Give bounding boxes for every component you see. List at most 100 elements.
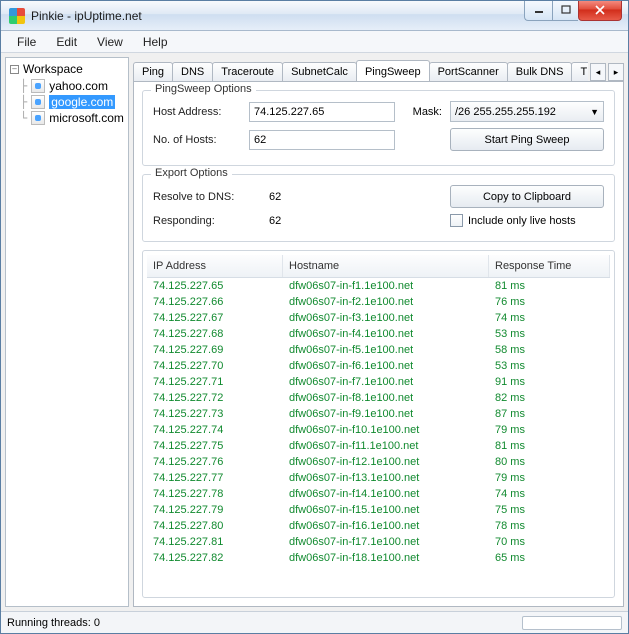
cell-response-time: 53 ms — [489, 359, 610, 373]
export-options-group: Export Options Resolve to DNS: 62 Copy t… — [142, 174, 615, 242]
checkbox-icon — [450, 214, 463, 227]
cell-ip: 74.125.227.73 — [147, 407, 283, 421]
tab-ping[interactable]: Ping — [133, 62, 173, 81]
menu-file[interactable]: File — [7, 31, 46, 52]
tab-tftp s[interactable]: TFTP S — [571, 62, 588, 81]
menu-help[interactable]: Help — [133, 31, 178, 52]
cell-ip: 74.125.227.65 — [147, 279, 283, 293]
host-address-input[interactable] — [249, 102, 395, 122]
cell-hostname: dfw06s07-in-f10.1e100.net — [283, 423, 489, 437]
cell-ip: 74.125.227.71 — [147, 375, 283, 389]
cell-response-time: 81 ms — [489, 439, 610, 453]
cell-response-time: 79 ms — [489, 423, 610, 437]
cell-hostname: dfw06s07-in-f12.1e100.net — [283, 455, 489, 469]
cell-ip: 74.125.227.76 — [147, 455, 283, 469]
menu-view[interactable]: View — [87, 31, 133, 52]
resolve-to-dns-value: 62 — [269, 191, 415, 203]
table-row[interactable]: 74.125.227.75dfw06s07-in-f11.1e100.net81… — [147, 438, 610, 454]
cell-response-time: 58 ms — [489, 343, 610, 357]
maximize-button[interactable] — [552, 1, 578, 21]
tab-traceroute[interactable]: Traceroute — [212, 62, 283, 81]
copy-to-clipboard-button[interactable]: Copy to Clipboard — [450, 185, 604, 208]
titlebar[interactable]: Pinkie - ipUptime.net — [1, 1, 628, 31]
table-row[interactable]: 74.125.227.76dfw06s07-in-f12.1e100.net80… — [147, 454, 610, 470]
column-response-time[interactable]: Response Time — [489, 255, 610, 277]
tab-scroll-right[interactable]: ▸ — [608, 63, 624, 81]
start-ping-sweep-button[interactable]: Start Ping Sweep — [450, 128, 604, 151]
dropdown-icon: ▼ — [590, 107, 599, 117]
tab-pingsweep[interactable]: PingSweep — [356, 60, 430, 81]
minimize-button[interactable] — [524, 1, 552, 21]
cell-ip: 74.125.227.74 — [147, 423, 283, 437]
cell-hostname: dfw06s07-in-f16.1e100.net — [283, 519, 489, 533]
table-row[interactable]: 74.125.227.65dfw06s07-in-f1.1e100.net81 … — [147, 278, 610, 294]
cell-ip: 74.125.227.78 — [147, 487, 283, 501]
cell-ip: 74.125.227.77 — [147, 471, 283, 485]
close-button[interactable] — [578, 1, 622, 21]
running-threads-label: Running threads: 0 — [7, 617, 100, 629]
tab-subnetcalc[interactable]: SubnetCalc — [282, 62, 357, 81]
menu-edit[interactable]: Edit — [46, 31, 87, 52]
cell-response-time: 82 ms — [489, 391, 610, 405]
tree-item-label: yahoo.com — [49, 79, 108, 93]
tree-item[interactable]: └microsoft.com — [6, 110, 128, 126]
cell-hostname: dfw06s07-in-f1.1e100.net — [283, 279, 489, 293]
group-legend: Export Options — [151, 167, 232, 179]
cell-hostname: dfw06s07-in-f2.1e100.net — [283, 295, 489, 309]
table-row[interactable]: 74.125.227.66dfw06s07-in-f2.1e100.net76 … — [147, 294, 610, 310]
menubar: File Edit View Help — [1, 31, 628, 53]
table-row[interactable]: 74.125.227.79dfw06s07-in-f15.1e100.net75… — [147, 502, 610, 518]
tab-scroll-left[interactable]: ◂ — [590, 63, 606, 81]
cell-ip: 74.125.227.68 — [147, 327, 283, 341]
main-pane: PingDNSTracerouteSubnetCalcPingSweepPort… — [133, 57, 624, 607]
table-row[interactable]: 74.125.227.70dfw06s07-in-f6.1e100.net53 … — [147, 358, 610, 374]
cell-response-time: 76 ms — [489, 295, 610, 309]
cell-response-time: 75 ms — [489, 503, 610, 517]
no-of-hosts-input[interactable] — [249, 130, 395, 150]
table-row[interactable]: 74.125.227.80dfw06s07-in-f16.1e100.net78… — [147, 518, 610, 534]
tab-bulk dns[interactable]: Bulk DNS — [507, 62, 573, 81]
table-row[interactable]: 74.125.227.69dfw06s07-in-f5.1e100.net58 … — [147, 342, 610, 358]
cell-hostname: dfw06s07-in-f5.1e100.net — [283, 343, 489, 357]
mask-value: /26 255.255.255.192 — [455, 106, 556, 118]
cell-ip: 74.125.227.70 — [147, 359, 283, 373]
cell-hostname: dfw06s07-in-f7.1e100.net — [283, 375, 489, 389]
table-row[interactable]: 74.125.227.77dfw06s07-in-f13.1e100.net79… — [147, 470, 610, 486]
include-only-live-hosts-checkbox[interactable]: Include only live hosts — [450, 214, 604, 227]
cell-ip: 74.125.227.67 — [147, 311, 283, 325]
app-icon — [9, 8, 25, 24]
collapse-icon[interactable]: – — [10, 65, 19, 74]
mask-select[interactable]: /26 255.255.255.192 ▼ — [450, 101, 604, 122]
results-scroll[interactable]: 74.125.227.65dfw06s07-in-f1.1e100.net 81 … — [147, 278, 610, 593]
table-row[interactable]: 74.125.227.71dfw06s07-in-f7.1e100.net91 … — [147, 374, 610, 390]
tab-dns[interactable]: DNS — [172, 62, 213, 81]
cell-response-time: 53 ms — [489, 327, 610, 341]
table-row[interactable]: 74.125.227.73dfw06s07-in-f9.1e100.net87 … — [147, 406, 610, 422]
cell-response-time: 74 ms — [489, 487, 610, 501]
cell-ip: 74.125.227.80 — [147, 519, 283, 533]
tree-item[interactable]: ├yahoo.com — [6, 78, 128, 94]
tree-root-label: Workspace — [23, 62, 83, 76]
cell-ip: 74.125.227.79 — [147, 503, 283, 517]
table-row[interactable]: 74.125.227.78dfw06s07-in-f14.1e100.net74… — [147, 486, 610, 502]
cell-hostname: dfw06s07-in-f6.1e100.net — [283, 359, 489, 373]
cell-hostname: dfw06s07-in-f4.1e100.net — [283, 327, 489, 341]
column-ip[interactable]: IP Address — [147, 255, 283, 277]
table-row[interactable]: 74.125.227.81dfw06s07-in-f17.1e100.net70… — [147, 534, 610, 550]
table-row[interactable]: 74.125.227.67dfw06s07-in-f3.1e100.net74 … — [147, 310, 610, 326]
table-row[interactable]: 74.125.227.72dfw06s07-in-f8.1e100.net82 … — [147, 390, 610, 406]
cell-ip: 74.125.227.66 — [147, 295, 283, 309]
column-hostname[interactable]: Hostname — [283, 255, 489, 277]
tree-item[interactable]: ├google.com — [6, 94, 128, 110]
table-header: IP Address Hostname Response Time — [147, 255, 610, 278]
cell-hostname: dfw06s07-in-f8.1e100.net — [283, 391, 489, 405]
cell-response-time: 79 ms — [489, 471, 610, 485]
tab-portscanner[interactable]: PortScanner — [429, 62, 508, 81]
resolve-to-dns-label: Resolve to DNS: — [153, 191, 261, 203]
table-row[interactable]: 74.125.227.68dfw06s07-in-f4.1e100.net53 … — [147, 326, 610, 342]
table-row[interactable]: 74.125.227.82dfw06s07-in-f18.1e100.net65… — [147, 550, 610, 566]
table-row[interactable]: 74.125.227.74dfw06s07-in-f10.1e100.net79… — [147, 422, 610, 438]
no-of-hosts-label: No. of Hosts: — [153, 134, 241, 146]
group-legend: PingSweep Options — [151, 83, 256, 95]
tree-root[interactable]: – Workspace — [6, 60, 128, 78]
